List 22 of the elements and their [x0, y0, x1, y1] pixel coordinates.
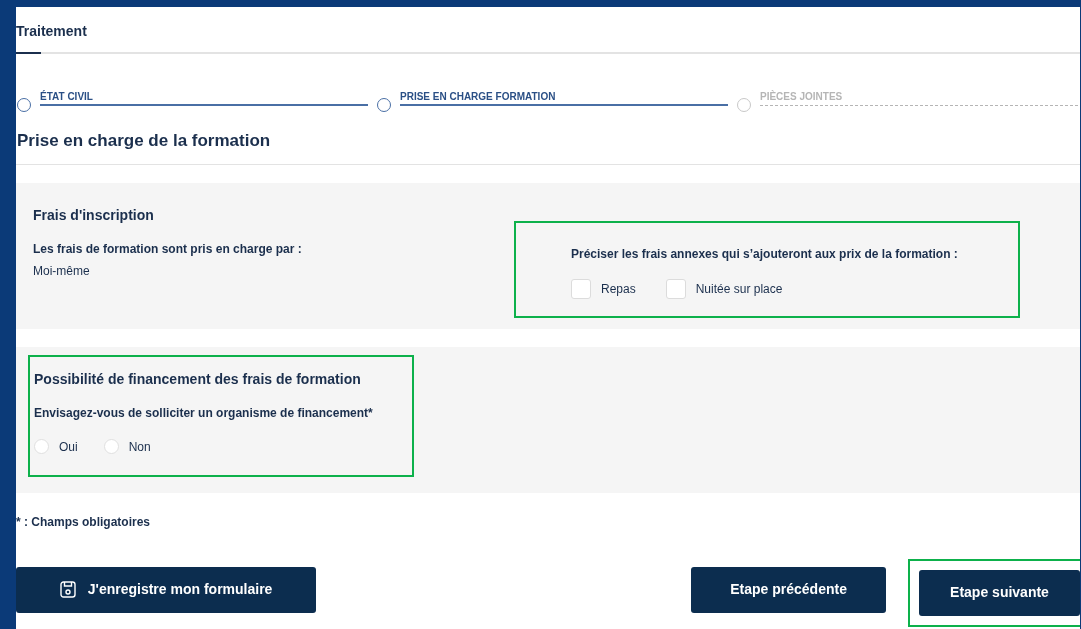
required-fields-note: * : Champs obligatoires	[16, 513, 152, 531]
step-label[interactable]: PRISE EN CHARGE FORMATION	[400, 91, 728, 106]
save-button[interactable]: J'enregistre mon formulaire	[16, 566, 317, 613]
checkbox[interactable]	[571, 278, 591, 299]
radio-label: Oui	[59, 438, 78, 456]
radio-label: Non	[128, 438, 151, 456]
section-title: Frais d'inscription	[33, 205, 155, 225]
tab[interactable]: Traitement	[16, 21, 87, 52]
field-value: Moi-même	[33, 262, 91, 280]
previous-step-button[interactable]: Etape précédente	[691, 566, 886, 613]
next-step-button[interactable]: Etape suivante	[919, 569, 1080, 616]
radio-button[interactable]	[103, 439, 119, 454]
page-title: Prise en charge de la formation	[16, 130, 272, 152]
field-label: Envisagez-vous de solliciter un organisme de financement*	[34, 404, 374, 422]
checkbox-label: Nuitée sur place	[695, 280, 783, 298]
section-title: Possibilité de financement des frais de formation	[34, 369, 362, 389]
field-label: Préciser les frais annexes qui s’ajouteront aux prix de la formation :	[571, 245, 959, 263]
checkbox[interactable]	[665, 278, 686, 299]
step-label[interactable]: ÉTAT CIVIL	[40, 91, 368, 106]
field-label: Les frais de formation sont pris en charge par :	[33, 240, 303, 258]
checkbox-label: Repas	[601, 280, 636, 298]
radio-button[interactable]	[34, 439, 49, 454]
